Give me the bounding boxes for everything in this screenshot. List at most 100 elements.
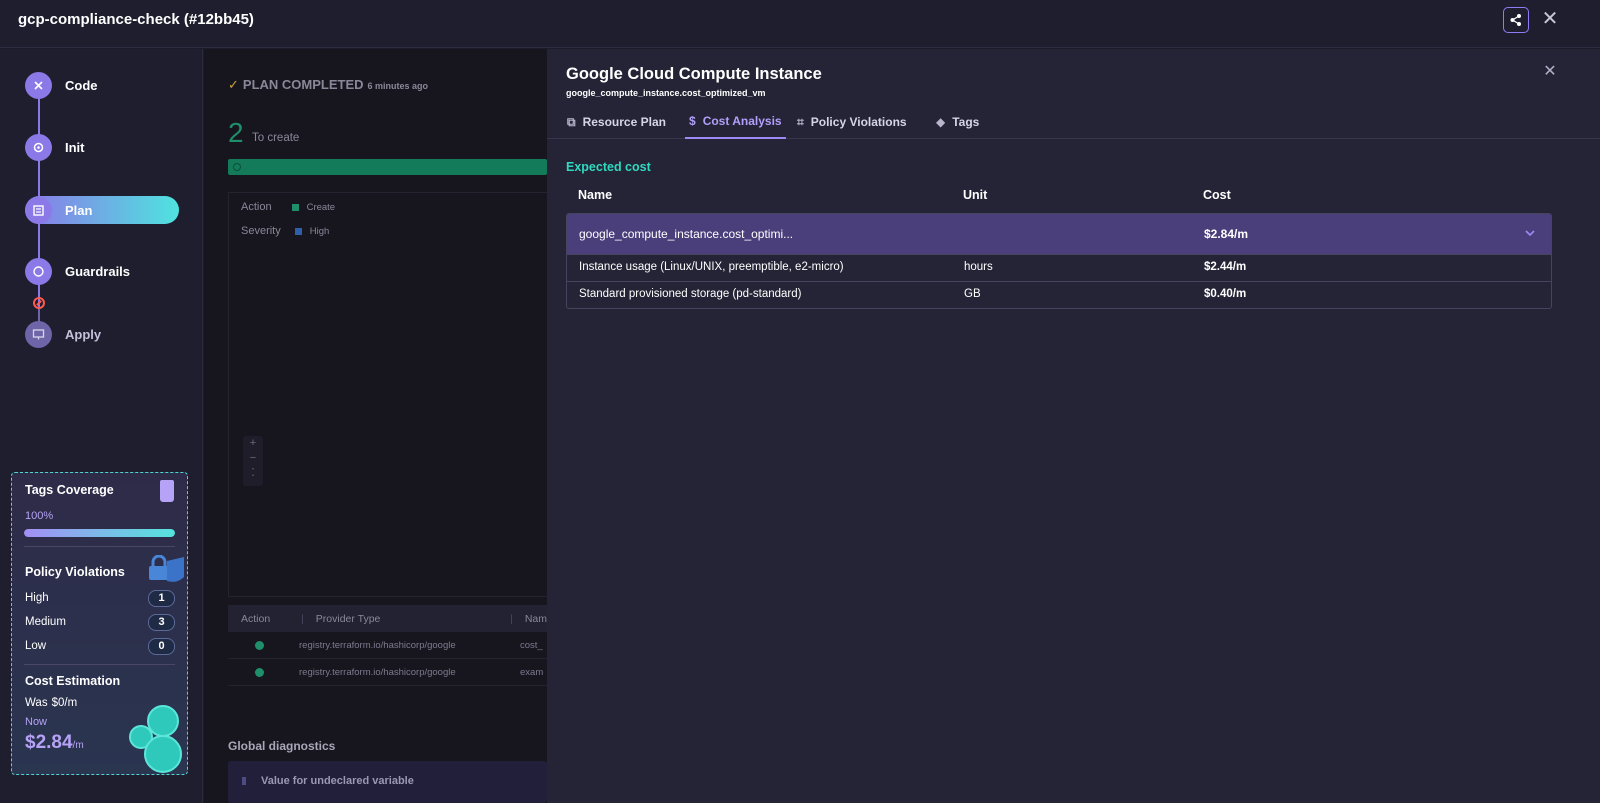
severity-count: 0 (148, 637, 175, 655)
filter-value: Create (306, 201, 336, 213)
step-apply[interactable]: Apply (25, 320, 101, 348)
item-unit: hours (964, 261, 993, 273)
now-amount: $2.84 (25, 732, 73, 753)
panel-tabs: ⧉ Resource Plan $ Cost Analysis ⌗ Policy… (547, 105, 1600, 139)
tags-coverage-bar (24, 529, 175, 537)
cost-item-row: Instance usage (Linux/UNIX, preemptible,… (567, 254, 1551, 281)
zoom-controls[interactable]: + − ⁚ (243, 436, 263, 486)
resource-graph[interactable]: Action Create Severity High + − ⁚ (228, 192, 547, 597)
severity-label: Medium (25, 616, 66, 628)
create-icon (255, 641, 264, 650)
check-icon: ✓ (228, 77, 239, 92)
plan-icon (25, 196, 52, 224)
group-name: google_compute_instance.cost_optimi... (579, 227, 794, 241)
tab-label: Cost Analysis (702, 114, 782, 128)
cost-estimation-title: Cost Estimation (25, 674, 121, 688)
create-swatch (291, 203, 299, 211)
coin-icon (144, 735, 182, 773)
share-icon (1510, 14, 1521, 26)
expected-cost-title: Expected cost (566, 160, 651, 174)
now-unit: /m (72, 740, 84, 751)
tab-cost-analysis[interactable]: $ Cost Analysis (685, 105, 786, 139)
tab-resource-plan[interactable]: ⧉ Resource Plan (567, 105, 666, 139)
now-value: $2.84/m (25, 732, 84, 754)
tags-coverage-fill (24, 529, 175, 537)
window-title: gcp-compliance-check (#12bb45) (18, 11, 254, 28)
step-label: Guardrails (65, 263, 131, 279)
column-header-unit: Unit (963, 188, 988, 202)
item-unit: GB (964, 288, 981, 300)
tags-coverage-title: Tags Coverage (25, 483, 114, 497)
step-label: Init (65, 139, 85, 155)
cost-group-row[interactable]: google_compute_instance.cost_optimi... $… (567, 214, 1551, 254)
filter-value: High (309, 225, 330, 237)
plan-status: ✓ PLAN COMPLETED 6 minutes ago (228, 77, 428, 93)
step-guardrails[interactable]: Guardrails (25, 257, 130, 285)
column-header-cost: Cost (1203, 188, 1231, 202)
global-diagnostics-title: Global diagnostics (228, 739, 336, 753)
tab-policy-violations[interactable]: ⌗ Policy Violations (797, 105, 907, 139)
tab-label: Tags (952, 115, 980, 129)
create-bar[interactable] (228, 159, 547, 175)
name-cell: exam (520, 667, 544, 678)
filter-action[interactable]: Action Create (241, 201, 335, 213)
was-label: Was (25, 697, 48, 709)
tags-coverage-percent: 100% (25, 510, 54, 522)
step-label: Code (65, 77, 98, 93)
blocked-icon (33, 297, 45, 309)
guardrails-icon (25, 257, 52, 285)
column-header-name: Name (578, 188, 613, 202)
plan-table-header: Action | Provider Type | Nam (228, 605, 547, 632)
step-code[interactable]: Code (25, 71, 98, 99)
create-icon (255, 668, 264, 677)
tab-label: Resource Plan (582, 115, 666, 129)
was-value: $0/m (51, 697, 78, 709)
cost-was: Was $0/m (25, 697, 77, 709)
item-cost: $0.40/m (1204, 288, 1247, 300)
share-button[interactable] (1503, 7, 1529, 33)
tag-icon: ◆ (936, 115, 946, 129)
severity-label: Low (25, 640, 47, 652)
diagnostic-item[interactable]: Value for undeclared variable (228, 761, 547, 803)
lock-icon (149, 555, 184, 582)
plan-view: ✓ PLAN COMPLETED 6 minutes ago 2 To create… (204, 49, 547, 803)
step-label: Apply (65, 326, 102, 342)
severity-count: 3 (148, 613, 175, 631)
group-cost: $2.84/m (1204, 227, 1249, 241)
table-row[interactable]: registry.terraform.io/hashicorp/google e… (228, 660, 547, 686)
cost-table: google_compute_instance.cost_optimi... $… (566, 213, 1552, 309)
gear-icon (25, 133, 52, 161)
severity-count: 1 (148, 589, 175, 607)
plus-icon (233, 163, 241, 171)
summary-card: Tags Coverage 100% Policy Violations Hig… (11, 472, 188, 775)
filter-severity[interactable]: Severity High (241, 225, 329, 237)
provider-cell: registry.terraform.io/hashicorp/google (299, 640, 456, 651)
column-divider: | (510, 612, 513, 625)
policy-violations-title: Policy Violations (25, 565, 125, 579)
cost-item-row: Standard provisioned storage (pd-standar… (567, 281, 1551, 308)
top-bar: gcp-compliance-check (#12bb45) ✕ (0, 0, 1600, 48)
tab-tags[interactable]: ◆ Tags (936, 105, 979, 139)
panel-subtitle: google_compute_instance.cost_optimized_v… (566, 88, 766, 98)
close-panel-button[interactable]: ✕ (1541, 63, 1559, 81)
dollar-icon: $ (689, 114, 696, 128)
table-row[interactable]: registry.terraform.io/hashicorp/google c… (228, 633, 547, 659)
zoom-out-icon[interactable]: − (243, 451, 263, 466)
step-plan[interactable]: Plan (25, 196, 179, 224)
tag-icon (160, 480, 174, 502)
column-header: Action (241, 612, 271, 625)
zoom-in-icon[interactable]: + (243, 436, 263, 451)
to-create-count: 2 (228, 117, 244, 148)
step-init[interactable]: Init (25, 133, 85, 161)
divider (24, 664, 175, 665)
close-window-button[interactable]: ✕ (1539, 8, 1561, 30)
name-cell: cost_ (520, 640, 543, 651)
item-name: Standard provisioned storage (pd-standar… (579, 288, 802, 300)
fit-view-icon[interactable]: ⁚ (243, 466, 263, 481)
item-name: Instance usage (Linux/UNIX, preemptible,… (579, 261, 844, 273)
tab-label: Policy Violations (810, 115, 907, 129)
chevron-down-icon[interactable] (1523, 226, 1537, 240)
info-icon (242, 777, 246, 785)
filter-label: Severity (241, 225, 281, 237)
violation-row-low: Low 0 (25, 637, 175, 655)
